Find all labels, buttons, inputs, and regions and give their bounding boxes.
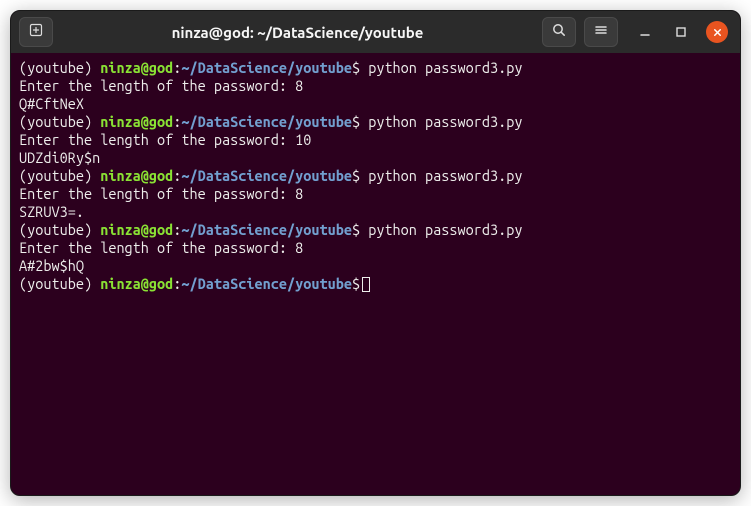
env-tag: (youtube) — [19, 59, 100, 76]
cwd-path: ~/DataScience/youtube — [181, 59, 352, 76]
search-button[interactable] — [542, 17, 576, 47]
output-line: UDZdi0Ry$n — [19, 149, 732, 167]
prompt-line: (youtube) ninza@god:~/DataScience/youtub… — [19, 167, 732, 185]
terminal-window: ninza@god: ~/DataScience/youtube — [10, 10, 741, 496]
input-prompt-line: Enter the length of the password: 8 — [19, 77, 732, 95]
input-prompt-line: Enter the length of the password: 8 — [19, 239, 732, 257]
window-controls — [634, 21, 728, 43]
search-icon — [551, 22, 567, 42]
prompt-line: (youtube) ninza@god:~/DataScience/youtub… — [19, 221, 732, 239]
cursor — [362, 277, 370, 292]
menu-button[interactable] — [584, 17, 618, 47]
output-line: SZRUV3=. — [19, 203, 732, 221]
input-prompt-line: Enter the length of the password: 10 — [19, 131, 732, 149]
command-text: python password3.py — [360, 59, 522, 76]
terminal-body[interactable]: (youtube) ninza@god:~/DataScience/youtub… — [11, 53, 740, 495]
new-tab-icon — [28, 22, 44, 42]
minimize-button[interactable] — [634, 21, 656, 43]
titlebar: ninza@god: ~/DataScience/youtube — [11, 11, 740, 53]
minimize-icon — [639, 26, 651, 38]
close-button[interactable] — [706, 21, 728, 43]
user-host: ninza@god — [100, 59, 173, 76]
maximize-button[interactable] — [670, 21, 692, 43]
menu-icon — [593, 22, 609, 42]
close-icon — [712, 27, 723, 38]
prompt-line: (youtube) ninza@god:~/DataScience/youtub… — [19, 275, 732, 293]
prompt-line: (youtube) ninza@god:~/DataScience/youtub… — [19, 59, 732, 77]
window-title: ninza@god: ~/DataScience/youtube — [61, 24, 534, 41]
input-value: 8 — [295, 77, 303, 94]
new-tab-button[interactable] — [19, 17, 53, 47]
output-line: Q#CftNeX — [19, 95, 732, 113]
output-line: A#2bw$hQ — [19, 257, 732, 275]
maximize-icon — [675, 26, 687, 38]
input-prompt-line: Enter the length of the password: 8 — [19, 185, 732, 203]
prompt-line: (youtube) ninza@god:~/DataScience/youtub… — [19, 113, 732, 131]
